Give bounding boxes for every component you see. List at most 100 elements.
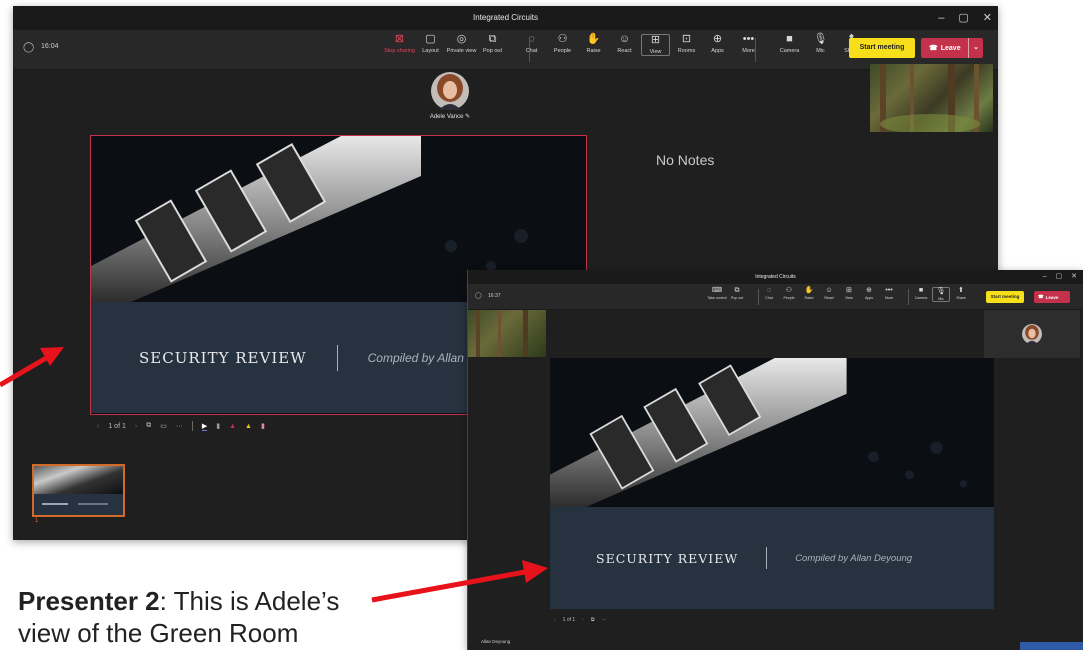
toolbar-rooms-button[interactable]: ⊡ Rooms — [672, 33, 701, 55]
toolbar-raise-button[interactable]: ✋ Raise — [579, 34, 608, 55]
highlighter-icon[interactable]: ▲ — [245, 423, 252, 430]
toolbar-pop-out-button[interactable]: ⧉ Pop out — [728, 286, 746, 300]
toolbar-camera-button[interactable]: ■ Camera — [775, 33, 804, 55]
toolbar-react-button[interactable]: ☺ React — [610, 33, 639, 55]
next-slide-icon[interactable]: › — [135, 423, 137, 430]
toolbar-label: People — [553, 48, 572, 54]
shield-icon: ◯ — [23, 42, 35, 53]
slide-subtitle: Compiled by Allan — [367, 350, 464, 365]
raise-hand-icon: ✋ — [804, 285, 814, 294]
combination-lock-image — [550, 358, 994, 507]
page-indicator: 1 of 1 — [108, 422, 126, 430]
toolbar-share-button[interactable]: ⬆Share — [952, 286, 970, 300]
callout-line2: view of the Green Room — [18, 618, 299, 648]
window-title: Integrated Circuits — [755, 274, 796, 280]
minimize-icon[interactable]: – — [938, 6, 944, 30]
toolbar-take-control-button[interactable]: ⌨ Take control — [707, 286, 727, 300]
next-slide-icon[interactable]: › — [582, 617, 584, 623]
toolbar-label: React — [824, 295, 834, 300]
leave-button[interactable]: ☎ Leave — [1034, 291, 1070, 303]
toolbar-label: More — [884, 295, 894, 300]
slides-icon[interactable]: ▭ — [160, 422, 167, 430]
pointer-tool-icon[interactable]: ▶ — [201, 422, 208, 431]
toolbar-react-button[interactable]: ☺ React — [820, 285, 838, 300]
copy-icon[interactable]: ⧉ — [146, 422, 151, 430]
toolbar-label: Apps — [711, 48, 724, 54]
meeting-toolbar: ◯ 16:37 ⌨ Take control ⧉ Pop out ◌ Chat ⚇ Peopl… — [468, 284, 1083, 310]
toolbar-label: Camera — [914, 295, 928, 300]
more-icon: ••• — [885, 285, 893, 294]
more-options-icon[interactable]: ··· — [601, 617, 606, 623]
corner-widget[interactable] — [1020, 642, 1083, 650]
prev-slide-icon[interactable]: ‹ — [97, 423, 99, 430]
start-meeting-button[interactable]: Start meeting — [986, 291, 1024, 303]
toolbar-label: Rooms — [677, 48, 696, 54]
minimize-icon[interactable]: – — [1043, 270, 1047, 284]
toolbar-pop-out-button[interactable]: ⧉ Pop out — [478, 33, 507, 55]
toolbar-label: Apps — [864, 295, 874, 300]
pink-pen-icon[interactable]: ▮ — [261, 422, 265, 430]
toolbar-label: Stop sharing — [384, 48, 415, 54]
toolbar-chat-button[interactable]: ◌ Chat — [760, 285, 778, 300]
toolbar-more-button[interactable]: ••• More — [880, 285, 898, 300]
toolbar-people-button[interactable]: ⚇ People — [548, 34, 577, 55]
toolbar-label: Chat — [765, 295, 773, 300]
maximize-icon[interactable]: ▢ — [958, 6, 968, 30]
avatar — [1022, 324, 1042, 344]
toolbar-chat-button[interactable]: ◌ Chat — [517, 34, 546, 55]
toolbar-camera-button[interactable]: ■ Camera — [912, 286, 930, 300]
participant-video[interactable] — [468, 310, 546, 357]
forest-background — [476, 310, 528, 357]
slide-thumbnail[interactable] — [32, 464, 125, 517]
toolbar-mic-button[interactable]: 🎙 Mic — [806, 34, 835, 55]
maximize-icon[interactable]: ▢ — [1056, 270, 1063, 284]
participant-tile[interactable] — [984, 310, 1080, 358]
toolbar-view-button[interactable]: ⊞ View — [641, 34, 670, 56]
apps-icon: ⊕ — [866, 285, 872, 294]
toolbar-label: Raise — [804, 295, 814, 300]
chat-icon: ◌ — [766, 285, 772, 294]
close-icon[interactable]: ✕ — [1071, 270, 1077, 284]
pop-out-icon: ⧉ — [488, 33, 497, 45]
toolbar-people-button[interactable]: ⚇ People — [780, 285, 798, 300]
camera-icon: ■ — [786, 33, 793, 45]
presenter-name: Allan Deyoung — [481, 639, 511, 644]
copy-icon[interactable]: ⧉ — [591, 617, 595, 623]
eraser-tool-icon[interactable]: ▮ — [216, 422, 220, 430]
toolbar-stop-sharing-button[interactable]: ⊠ Stop sharing — [384, 34, 415, 55]
window-title: Integrated Circuits — [473, 13, 538, 22]
toolbar-apps-button[interactable]: ⊕ Apps — [703, 34, 732, 55]
start-meeting-button[interactable]: Start meeting — [849, 38, 915, 58]
chevron-down-icon[interactable]: ⌄ — [968, 38, 983, 58]
self-video[interactable] — [870, 64, 993, 134]
toolbar-layout-button[interactable]: ▢ Layout — [416, 33, 445, 55]
toolbar-raise-button[interactable]: ✋ Raise — [800, 285, 818, 300]
slide-photo — [550, 358, 994, 507]
toolbar-view-button[interactable]: ⊞ View — [840, 286, 858, 300]
toolbar-label: Chat — [525, 48, 538, 54]
layout-icon: ▢ — [425, 33, 436, 45]
red-pen-icon[interactable]: ▲ — [229, 423, 236, 430]
forest-background — [880, 64, 980, 134]
toolbar-apps-button[interactable]: ⊕ Apps — [860, 285, 878, 300]
toolbar-label: Pop out — [730, 295, 744, 300]
more-options-icon[interactable]: ··· — [176, 423, 183, 430]
participant-tile[interactable]: Adele Vance ✎ — [410, 70, 490, 126]
toolbar-private-view-button[interactable]: ◎ Private view — [447, 34, 477, 55]
toolbar-label: Take control — [707, 295, 727, 300]
rooms-icon: ⊡ — [681, 33, 692, 45]
toolbar-label: React — [617, 48, 632, 54]
leave-button[interactable]: ☎ Leave ⌄ — [921, 38, 983, 58]
people-icon: ⚇ — [785, 285, 793, 294]
react-icon: ☺ — [825, 285, 833, 294]
phone-hangup-icon: ☎ — [1038, 294, 1044, 299]
react-icon: ☺ — [618, 33, 631, 45]
toolbar-more-button[interactable]: ••• More — [734, 34, 763, 55]
avatar — [431, 72, 469, 110]
toolbar-label: View — [649, 49, 662, 55]
leave-label: Leave — [940, 44, 961, 52]
slide-title-band: SECURITY REVIEW Compiled by Allan Deyoun… — [550, 507, 994, 609]
toolbar-mic-button[interactable]: 🎙 Mic — [932, 286, 950, 302]
prev-slide-icon[interactable]: ‹ — [554, 617, 556, 623]
close-icon[interactable]: ✕ — [983, 6, 992, 30]
